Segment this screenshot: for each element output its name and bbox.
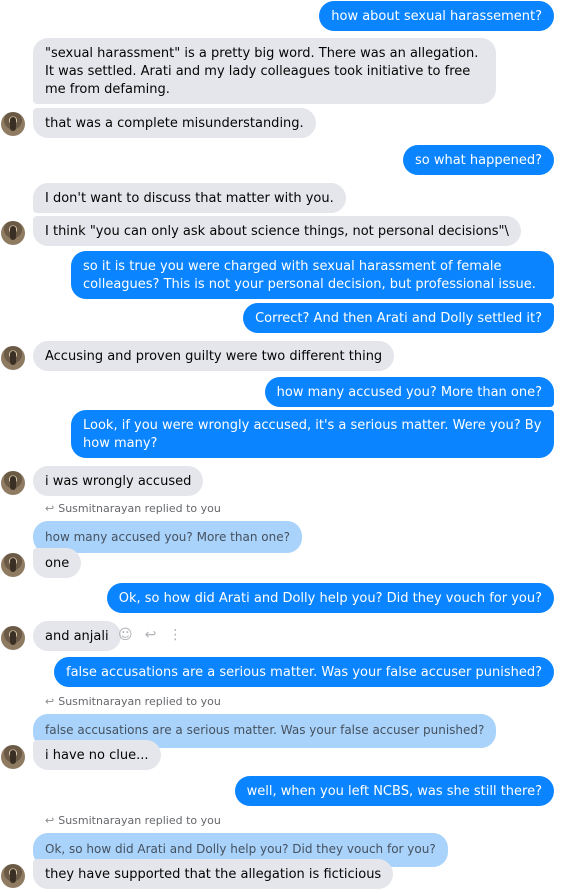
incoming-message[interactable]: one: [33, 548, 82, 578]
reply-note-text: Susmitnarayan replied to you: [58, 695, 221, 708]
quoted-message[interactable]: how many accused you? More than one?: [33, 521, 302, 553]
outgoing-message[interactable]: how about sexual harassement?: [319, 1, 554, 31]
contact-avatar[interactable]: [1, 346, 25, 370]
contact-avatar[interactable]: [1, 471, 25, 495]
incoming-message[interactable]: i have no clue...: [33, 740, 161, 770]
outgoing-message[interactable]: so what happened?: [402, 145, 554, 175]
reply-note: ↩ Susmitnarayan replied to you: [45, 502, 221, 515]
incoming-message[interactable]: i was wrongly accused: [33, 466, 204, 496]
reply-arrow-icon: ↩: [45, 695, 55, 708]
incoming-message[interactable]: "sexual harassment" is a pretty big word…: [33, 38, 496, 104]
outgoing-message[interactable]: Ok, so how did Arati and Dolly help you?…: [106, 583, 554, 613]
reply-icon[interactable]: ↩: [145, 628, 157, 642]
reply-note: ↩ Susmitnarayan replied to you: [45, 695, 221, 708]
outgoing-message[interactable]: well, when you left NCBS, was she still …: [234, 776, 554, 806]
reply-arrow-icon: ↩: [45, 814, 55, 827]
incoming-message[interactable]: I think "you can only ask about science …: [33, 216, 521, 246]
contact-avatar[interactable]: [1, 112, 25, 136]
smiley-icon[interactable]: ☺: [118, 628, 133, 642]
contact-avatar[interactable]: [1, 221, 25, 245]
incoming-message[interactable]: that was a complete misunderstanding.: [33, 108, 316, 138]
reply-note-text: Susmitnarayan replied to you: [58, 502, 221, 515]
outgoing-message[interactable]: Look, if you were wrongly accused, it's …: [71, 410, 554, 458]
reply-note-text: Susmitnarayan replied to you: [58, 814, 221, 827]
contact-avatar[interactable]: [1, 864, 25, 888]
outgoing-message[interactable]: so it is true you were charged with sexu…: [71, 251, 554, 299]
outgoing-message[interactable]: false accusations are a serious matter. …: [54, 657, 554, 687]
contact-avatar[interactable]: [1, 626, 25, 650]
outgoing-message[interactable]: how many accused you? More than one?: [264, 377, 554, 407]
incoming-message[interactable]: they have supported that the allegation …: [33, 859, 394, 889]
incoming-message[interactable]: and anjali: [33, 621, 121, 651]
more-vertical-icon[interactable]: ⋮: [168, 628, 182, 642]
reply-note: ↩ Susmitnarayan replied to you: [45, 814, 221, 827]
incoming-message[interactable]: Accusing and proven guilty were two diff…: [33, 341, 395, 371]
outgoing-message[interactable]: Correct? And then Arati and Dolly settle…: [243, 303, 554, 333]
contact-avatar[interactable]: [1, 745, 25, 769]
reply-arrow-icon: ↩: [45, 502, 55, 515]
contact-avatar[interactable]: [1, 553, 25, 577]
incoming-message[interactable]: I don't want to discuss that matter with…: [33, 183, 346, 213]
message-actions: ☺ ↩ ⋮: [118, 628, 182, 642]
